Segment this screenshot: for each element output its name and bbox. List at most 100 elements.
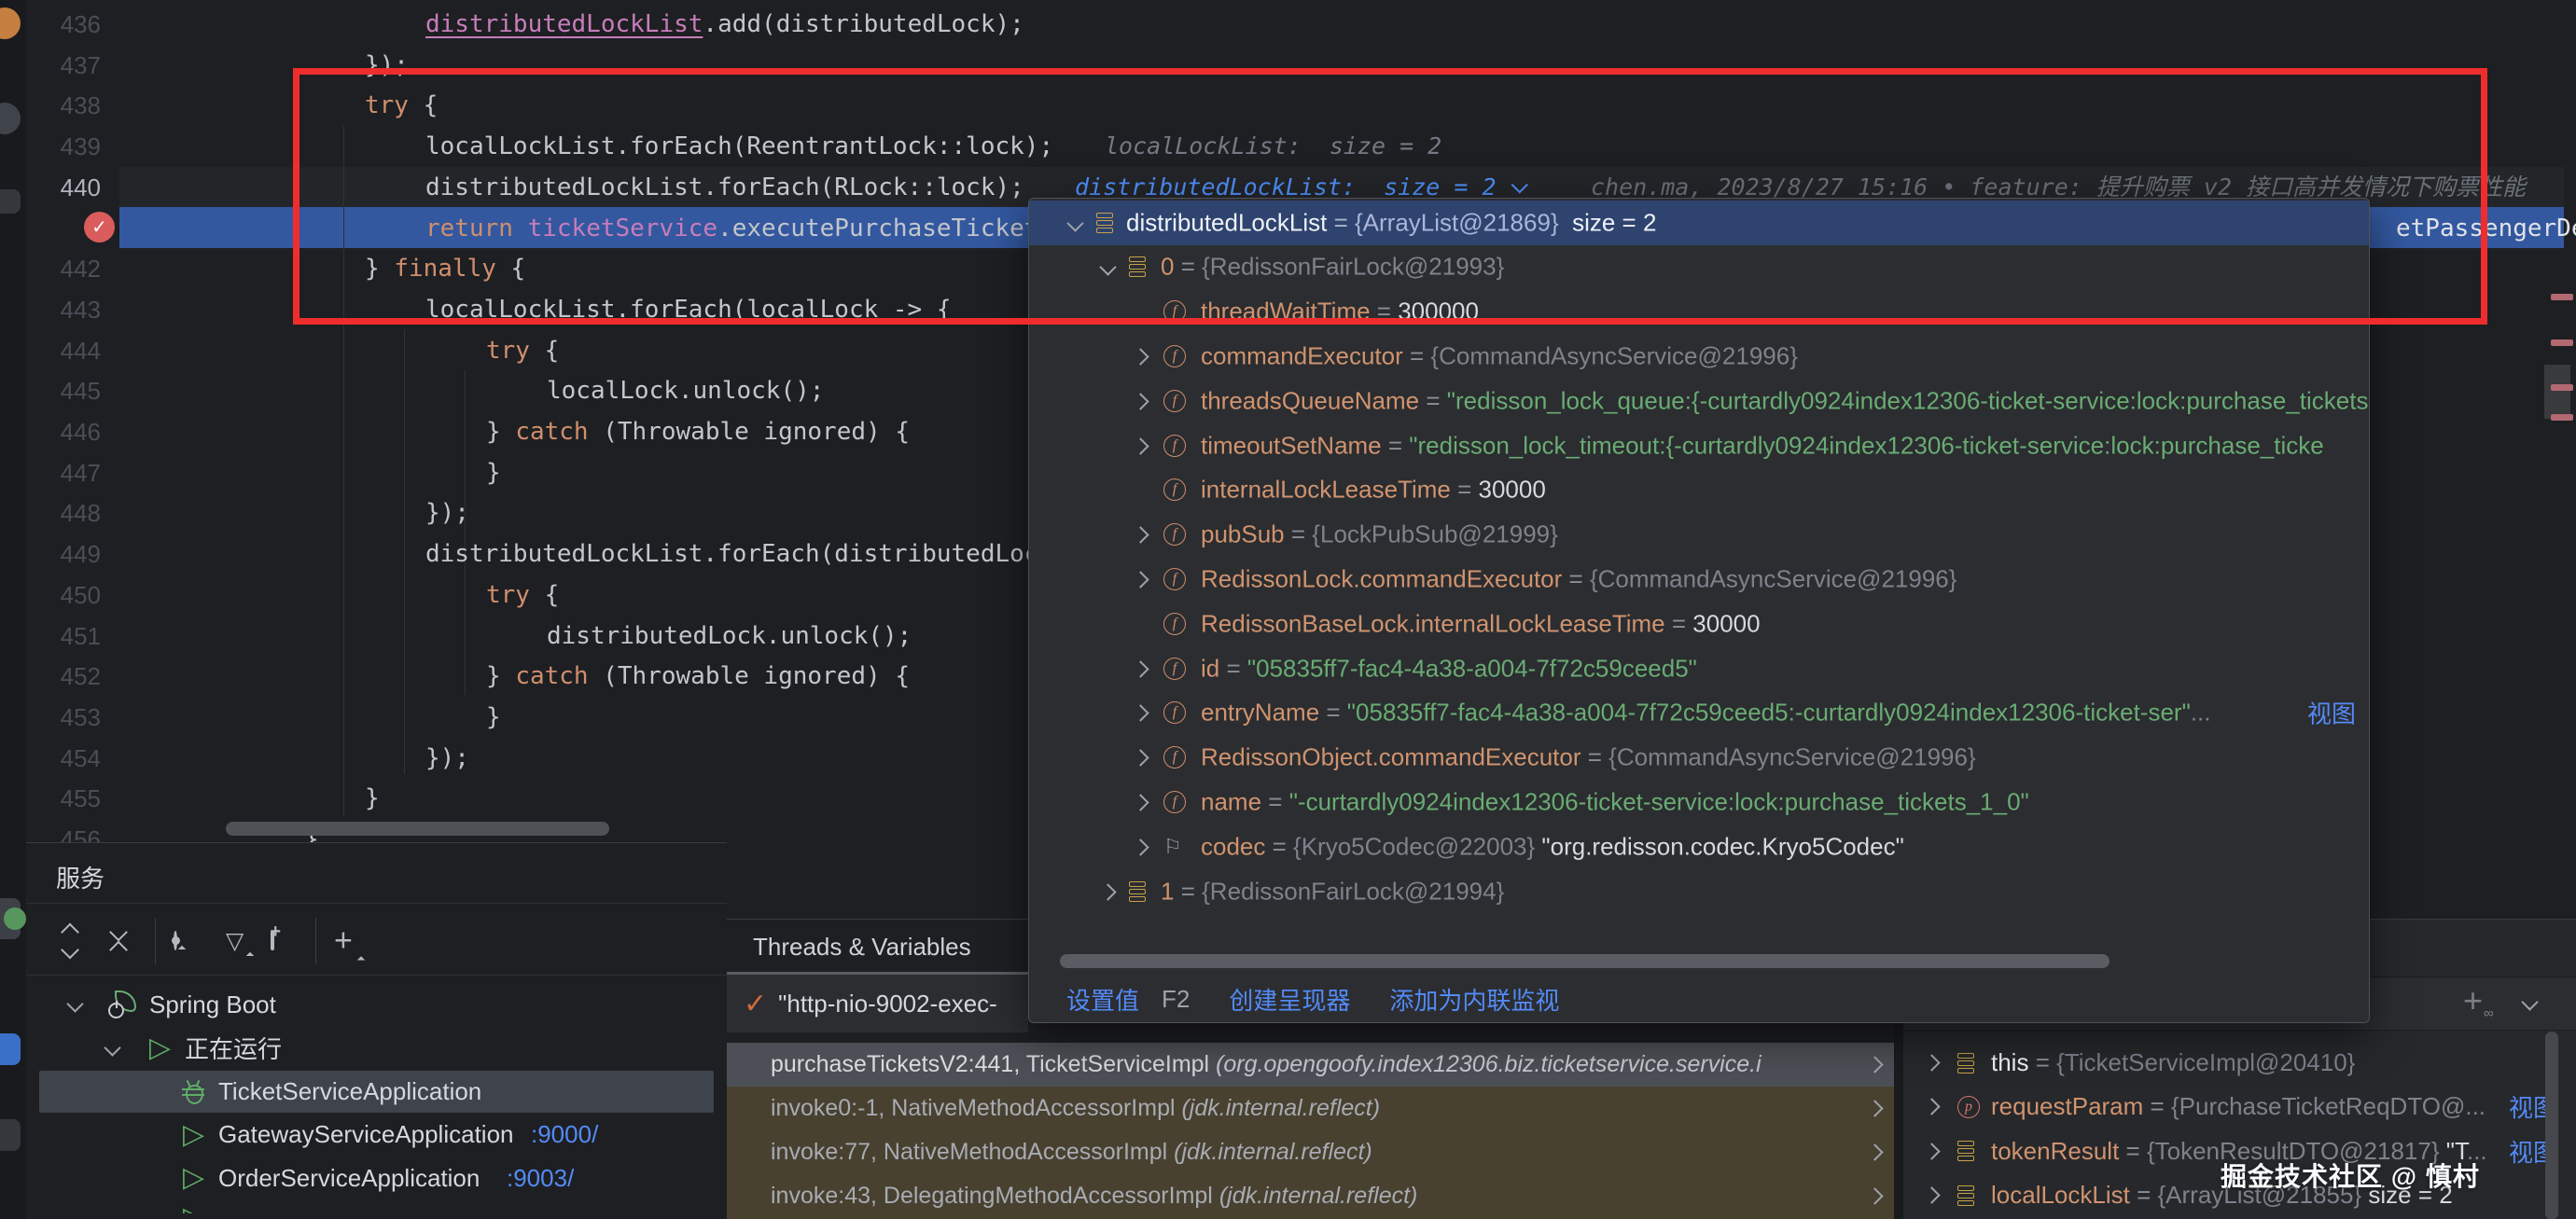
tree-chevron-icon[interactable]: [1132, 660, 1149, 677]
popup-scrollbar-thumb[interactable]: [1060, 954, 2110, 968]
popup-variable-row[interactable]: ⚐codec = {Kryo5Codec@22003} "org.redisso…: [1029, 824, 2369, 869]
breakpoint-icon[interactable]: ✓: [84, 212, 115, 242]
code-line[interactable]: distributedLock.unlock();: [547, 616, 912, 657]
services-tree-row-ticketserviceapplication[interactable]: TicketServiceApplication: [26, 1070, 727, 1113]
view-link[interactable]: 视图: [2307, 696, 2356, 730]
code-line[interactable]: });: [425, 492, 469, 533]
popup-variable-row[interactable]: fid = "05835ff7-fac4-4a38-a004-7f72c59ce…: [1029, 646, 2369, 691]
code-line[interactable]: }: [486, 697, 501, 738]
services-tree-row-spring-boot[interactable]: Spring Boot: [26, 983, 727, 1026]
services-tree-row--[interactable]: ▷正在运行: [26, 1027, 727, 1070]
code-line[interactable]: localLock.unlock();: [547, 370, 824, 411]
value-segment: tokenResult: [1991, 1137, 2119, 1165]
code-line[interactable]: }: [486, 452, 501, 493]
error-stripe-mark[interactable]: [2551, 339, 2573, 346]
service-port[interactable]: :9000/: [531, 1120, 598, 1149]
f2-shortcut-label: F2: [1162, 985, 1190, 1014]
value-segment: try: [486, 581, 530, 609]
stack-frame-row[interactable]: invoke:43, DelegatingMethodAccessorImpl …: [727, 1174, 1894, 1218]
tree-chevron-icon[interactable]: [1923, 1054, 1940, 1071]
variable-text: RedissonObject.commandExecutor = {Comman…: [1201, 743, 1976, 772]
code-line[interactable]: });: [425, 738, 469, 779]
popup-variable-row[interactable]: fpubSub = {LockPubSub@21999}: [1029, 512, 2369, 557]
popup-variable-row[interactable]: fthreadsQueueName = "redisson_lock_queue…: [1029, 379, 2369, 423]
popup-variable-row[interactable]: fname = "-curtardly0924index12306-ticket…: [1029, 780, 2369, 824]
error-stripe-mark[interactable]: [2551, 294, 2573, 300]
tree-chevron-icon[interactable]: [1132, 794, 1149, 810]
popup-variable-row[interactable]: fcommandExecutor = {CommandAsyncService@…: [1029, 334, 2369, 379]
stack-frame-row[interactable]: invoke:77, NativeMethodAccessorImpl (jdk…: [727, 1130, 1894, 1174]
popup-variable-row[interactable]: fRedissonObject.commandExecutor = {Comma…: [1029, 735, 2369, 780]
notification-icon[interactable]: [0, 7, 21, 39]
tree-chevron-icon[interactable]: [104, 1039, 120, 1056]
tree-chevron-icon[interactable]: [1132, 705, 1149, 722]
popup-variable-row[interactable]: 1 = {RedissonFairLock@21994}: [1029, 869, 2369, 914]
tree-chevron-icon[interactable]: [1923, 1099, 1940, 1115]
variable-row[interactable]: prequestParam = {PurchaseTicketReqDTO@..…: [1903, 1085, 2576, 1129]
create-renderer-link[interactable]: 创建呈现器: [1229, 982, 1350, 1017]
tree-chevron-icon[interactable]: [1132, 749, 1149, 766]
line-number: 438: [28, 85, 101, 126]
value-segment: {RedissonFairLock@21994}: [1202, 877, 1504, 905]
popup-variable-row[interactable]: fRedissonLock.commandExecutor = {Command…: [1029, 557, 2369, 602]
code-line[interactable]: distributedLockList.forEach(distributedL…: [425, 533, 1126, 575]
code-line[interactable]: }: [365, 778, 380, 819]
code-line[interactable]: distributedLockList.add(distributedLock)…: [425, 4, 1024, 45]
stack-frame-row[interactable]: purchaseTicketsV2:441, TicketServiceImpl…: [727, 1043, 1894, 1087]
field-icon: f: [1163, 390, 1186, 412]
popup-variable-row[interactable]: fentryName = "05835ff7-fac4-4a38-a004-7f…: [1029, 690, 2369, 735]
error-stripe-mark[interactable]: [2551, 414, 2573, 421]
variable-row[interactable]: this = {TicketServiceImpl@20410}: [1903, 1041, 2576, 1085]
popup-variable-row[interactable]: ftimeoutSetName = "redisson_lock_timeout…: [1029, 423, 2369, 468]
services-tree-row-orderserviceapplication[interactable]: ▷OrderServiceApplication:9003/: [26, 1157, 727, 1199]
vertical-scrollbar-thumb[interactable]: [2544, 365, 2570, 419]
service-port[interactable]: :9003/: [507, 1164, 574, 1193]
frame-chevron-icon[interactable]: [1866, 1056, 1883, 1073]
expand-all-icon[interactable]: [63, 926, 77, 957]
tree-chevron-icon[interactable]: [1923, 1143, 1940, 1159]
tree-chevron-icon[interactable]: [1132, 838, 1149, 855]
popup-variable-row[interactable]: finternalLockLeaseTime = 30000: [1029, 467, 2369, 512]
tree-chevron-icon[interactable]: [1132, 348, 1149, 365]
toolwindow-icon[interactable]: [0, 189, 21, 214]
view-options-eye-icon[interactable]: [174, 933, 177, 949]
variable-text: timeoutSetName = "redisson_lock_timeout:…: [1201, 431, 2324, 460]
filter-icon[interactable]: ▽: [226, 927, 244, 955]
service-label: Spring Boot: [149, 990, 276, 1019]
frame-chevron-icon[interactable]: [1866, 1187, 1883, 1204]
tree-chevron-icon[interactable]: [1923, 1186, 1940, 1203]
stack-frame-row[interactable]: invoke0:-1, NativeMethodAccessorImpl (jd…: [727, 1087, 1894, 1130]
services-tree-row[interactable]: ▷: [26, 1200, 727, 1213]
code-line[interactable]: } catch (Throwable ignored) {: [486, 411, 910, 452]
value-segment: RedissonBaseLock.internalLockLeaseTime: [1201, 609, 1665, 637]
code-line[interactable]: } catch (Throwable ignored) {: [486, 656, 910, 697]
value-segment: distributedLock.unlock();: [547, 622, 912, 650]
tree-chevron-icon[interactable]: [1132, 526, 1149, 543]
toolwindow-icon[interactable]: [0, 103, 21, 134]
open-in-new-tab-icon[interactable]: +: [271, 933, 274, 949]
hide-panel-chevron-icon[interactable]: [2521, 993, 2538, 1010]
add-inline-watch-link[interactable]: 添加为内联监视: [1389, 982, 1559, 1017]
toolwindow-icon[interactable]: [0, 1119, 21, 1151]
services-toolwindow-icon[interactable]: [0, 898, 21, 939]
tree-chevron-icon[interactable]: [1132, 571, 1149, 588]
collapse-all-icon[interactable]: [112, 926, 125, 957]
add-service-icon[interactable]: +: [334, 923, 353, 960]
value-segment: .add(distributedLock);: [703, 10, 1023, 38]
set-value-link[interactable]: 设置值: [1066, 982, 1139, 1017]
frame-chevron-icon[interactable]: [1866, 1143, 1883, 1160]
tree-chevron-icon[interactable]: [1132, 437, 1149, 454]
code-line[interactable]: try {: [486, 575, 559, 616]
frame-chevron-icon[interactable]: [1866, 1100, 1883, 1116]
tree-chevron-icon[interactable]: [1099, 883, 1116, 900]
error-stripe-mark[interactable]: [2551, 384, 2573, 391]
debug-toolwindow-icon[interactable]: [0, 1033, 21, 1065]
variable-text: requestParam = {PurchaseTicketReqDTO@...: [1991, 1092, 2485, 1121]
code-line[interactable]: try {: [486, 330, 559, 371]
tree-chevron-icon[interactable]: [66, 995, 83, 1012]
add-watch-icon[interactable]: +: [2463, 981, 2483, 1020]
popup-variable-row[interactable]: fRedissonBaseLock.internalLockLeaseTime …: [1029, 602, 2369, 646]
horizontal-scrollbar-thumb[interactable]: [226, 822, 609, 836]
tree-chevron-icon[interactable]: [1132, 393, 1149, 409]
services-tree-row-gatewayserviceapplication[interactable]: ▷GatewayServiceApplication:9000/: [26, 1114, 727, 1157]
